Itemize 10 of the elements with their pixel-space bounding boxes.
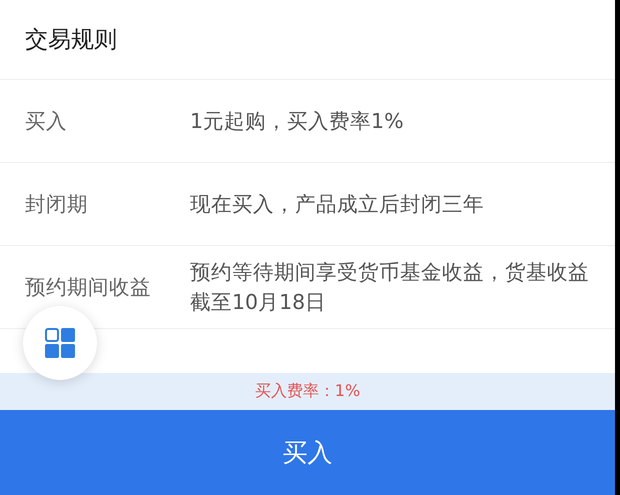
buy-button[interactable]: 买入 (0, 410, 615, 495)
rule-value: 现在买入，产品成立后封闭三年 (190, 191, 485, 218)
rule-label: 买入 (25, 108, 68, 135)
rule-value: 1元起购，买入费率1% (190, 108, 405, 135)
rule-value: 预约等待期间享受货币基金收益，货基收益截至10月18日 (190, 259, 590, 316)
fee-text: 买入费率：1% (254, 381, 360, 402)
page-title: 交易规则 (25, 26, 117, 55)
rule-label: 封闭期 (25, 191, 89, 218)
rule-label: 预约期间收益 (25, 274, 152, 301)
grid-icon (45, 328, 75, 358)
